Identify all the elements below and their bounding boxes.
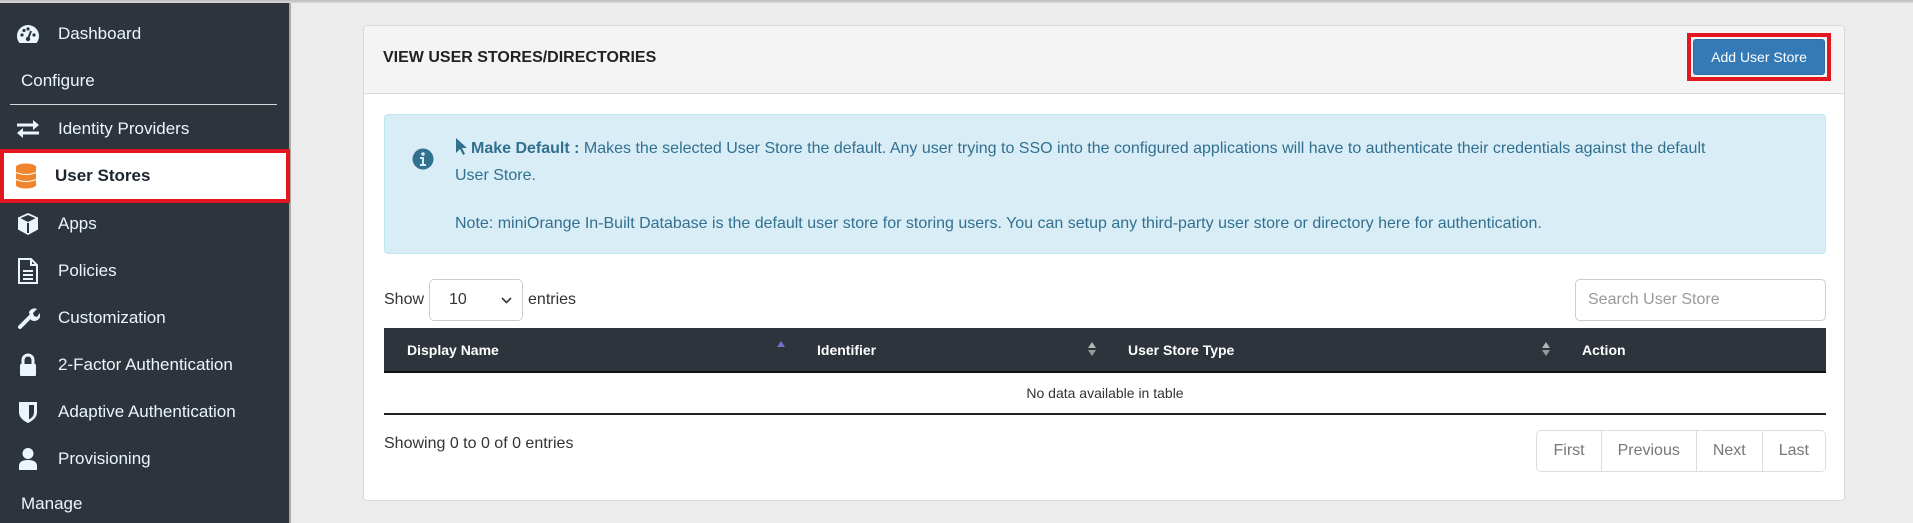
- sidebar-item-label: Dashboard: [58, 24, 142, 43]
- note-text: Note: miniOrange In-Built Database is th…: [455, 215, 1542, 232]
- info-alert: Make Default : Makes the selected User S…: [384, 114, 1826, 254]
- sidebar-item-label: Customization: [58, 308, 166, 327]
- sidebar-item-user-stores[interactable]: User Stores: [0, 149, 290, 203]
- sidebar-item-dashboard[interactable]: Dashboard: [0, 12, 289, 56]
- add-user-store-button[interactable]: Add User Store: [1693, 39, 1825, 75]
- chevron-down-icon: [501, 291, 512, 309]
- sort-both-icon[interactable]: [1541, 339, 1551, 364]
- pagination-first[interactable]: First: [1537, 431, 1601, 471]
- make-default-text: Makes the selected User Store the defaul…: [455, 140, 1706, 184]
- document-icon: [13, 258, 43, 284]
- sidebar-item-provisioning[interactable]: Provisioning: [0, 437, 289, 481]
- info-icon: [412, 148, 434, 175]
- column-action: Action: [1582, 342, 1626, 358]
- section-configure: Configure: [21, 71, 95, 90]
- make-default-label: Make Default :: [471, 140, 580, 157]
- sidebar-item-label: Identity Providers: [58, 119, 190, 138]
- page-size-select[interactable]: 10: [429, 279, 524, 321]
- sidebar-item-2fa[interactable]: 2-Factor Authentication: [0, 343, 289, 387]
- table-header: Display Name Identifier User Store Type …: [384, 328, 1826, 373]
- sidebar-item-customization[interactable]: Customization: [0, 296, 289, 340]
- page-size-value: 10: [449, 291, 467, 308]
- sidebar-item-adaptive-auth[interactable]: Adaptive Authentication: [0, 390, 289, 434]
- page-length-control: Show 10 entries: [384, 279, 576, 321]
- sort-asc-icon[interactable]: [776, 339, 786, 364]
- mouse-pointer-icon: [455, 137, 467, 163]
- user-stores-table: Display Name Identifier User Store Type …: [384, 328, 1826, 415]
- window-top-edge: [0, 0, 1913, 3]
- shield-icon: [13, 400, 43, 424]
- page-title: VIEW USER STORES/DIRECTORIES: [383, 49, 657, 66]
- entries-label: entries: [528, 291, 577, 308]
- card-header: VIEW USER STORES/DIRECTORIES Add User St…: [364, 26, 1844, 94]
- sidebar-item-label: Provisioning: [58, 449, 151, 468]
- exchange-icon: [13, 120, 43, 138]
- sort-both-icon[interactable]: [1087, 339, 1097, 364]
- wrench-icon: [13, 306, 43, 330]
- divider: [10, 104, 277, 105]
- database-icon: [11, 163, 41, 189]
- search-user-store-input[interactable]: [1575, 279, 1826, 321]
- section-manage: Manage: [21, 494, 83, 513]
- add-button-highlight: Add User Store: [1687, 33, 1831, 81]
- sidebar-item-label: Policies: [58, 261, 117, 280]
- lock-icon: [13, 353, 43, 377]
- pagination-last[interactable]: Last: [1761, 431, 1825, 471]
- pagination-next[interactable]: Next: [1695, 431, 1762, 471]
- pagination: First Previous Next Last: [1536, 430, 1826, 472]
- sidebar-item-identity-providers[interactable]: Identity Providers: [0, 107, 289, 151]
- sidebar-item-label: Adaptive Authentication: [58, 402, 236, 421]
- dashboard-icon: [13, 23, 43, 45]
- sidebar-item-label: User Stores: [55, 166, 151, 185]
- make-default-description: Make Default : Makes the selected User S…: [455, 136, 1715, 188]
- column-user-store-type[interactable]: User Store Type: [1128, 342, 1234, 358]
- cube-icon: [13, 212, 43, 236]
- sidebar: Dashboard Configure Identity Providers U…: [0, 0, 291, 523]
- column-display-name[interactable]: Display Name: [407, 342, 499, 358]
- empty-table-message: No data available in table: [384, 373, 1826, 415]
- table-info: Showing 0 to 0 of 0 entries: [384, 435, 574, 452]
- sidebar-item-policies[interactable]: Policies: [0, 249, 289, 293]
- show-label: Show: [384, 291, 425, 308]
- sidebar-item-apps[interactable]: Apps: [0, 202, 289, 246]
- user-icon: [13, 447, 43, 471]
- pagination-previous[interactable]: Previous: [1600, 431, 1696, 471]
- column-identifier[interactable]: Identifier: [817, 342, 876, 358]
- sidebar-item-label: Apps: [58, 214, 97, 233]
- sidebar-item-label: 2-Factor Authentication: [58, 355, 233, 374]
- user-stores-card: VIEW USER STORES/DIRECTORIES Add User St…: [363, 25, 1845, 501]
